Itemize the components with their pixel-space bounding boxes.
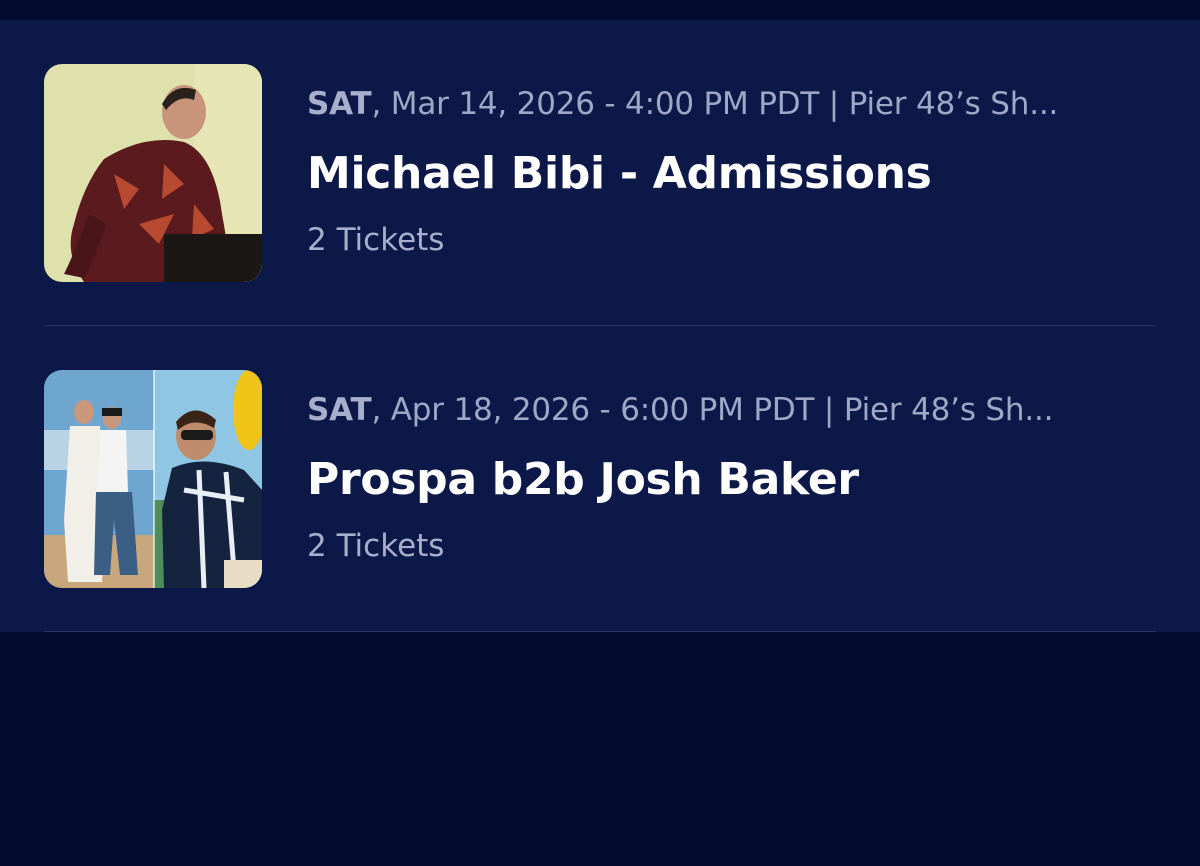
event-image-michael-bibi (44, 64, 262, 282)
event-row-prospa-josh-baker[interactable]: SAT, Apr 18, 2026 - 6:00 PM PDT | Pier 4… (0, 326, 1200, 632)
event-title: Prospa b2b Josh Baker (307, 454, 859, 505)
event-date-venue: , Apr 18, 2026 - 6:00 PM PDT | Pier 48’s… (371, 392, 1054, 428)
event-image-prospa-josh-baker (44, 370, 262, 588)
event-title: Michael Bibi - Admissions (307, 148, 932, 199)
event-meta: SAT, Apr 18, 2026 - 6:00 PM PDT | Pier 4… (307, 392, 1054, 428)
event-meta: SAT, Mar 14, 2026 - 4:00 PM PDT | Pier 4… (307, 86, 1058, 122)
ticket-count: 2 Tickets (307, 528, 445, 564)
event-date-venue: , Mar 14, 2026 - 4:00 PM PDT | Pier 48’s… (371, 86, 1059, 122)
event-day: SAT (307, 86, 372, 122)
top-strip (0, 0, 1200, 20)
ticket-count: 2 Tickets (307, 222, 445, 258)
event-day: SAT (307, 392, 372, 428)
empty-background (0, 632, 1200, 866)
event-row-michael-bibi[interactable]: SAT, Mar 14, 2026 - 4:00 PM PDT | Pier 4… (0, 20, 1200, 326)
